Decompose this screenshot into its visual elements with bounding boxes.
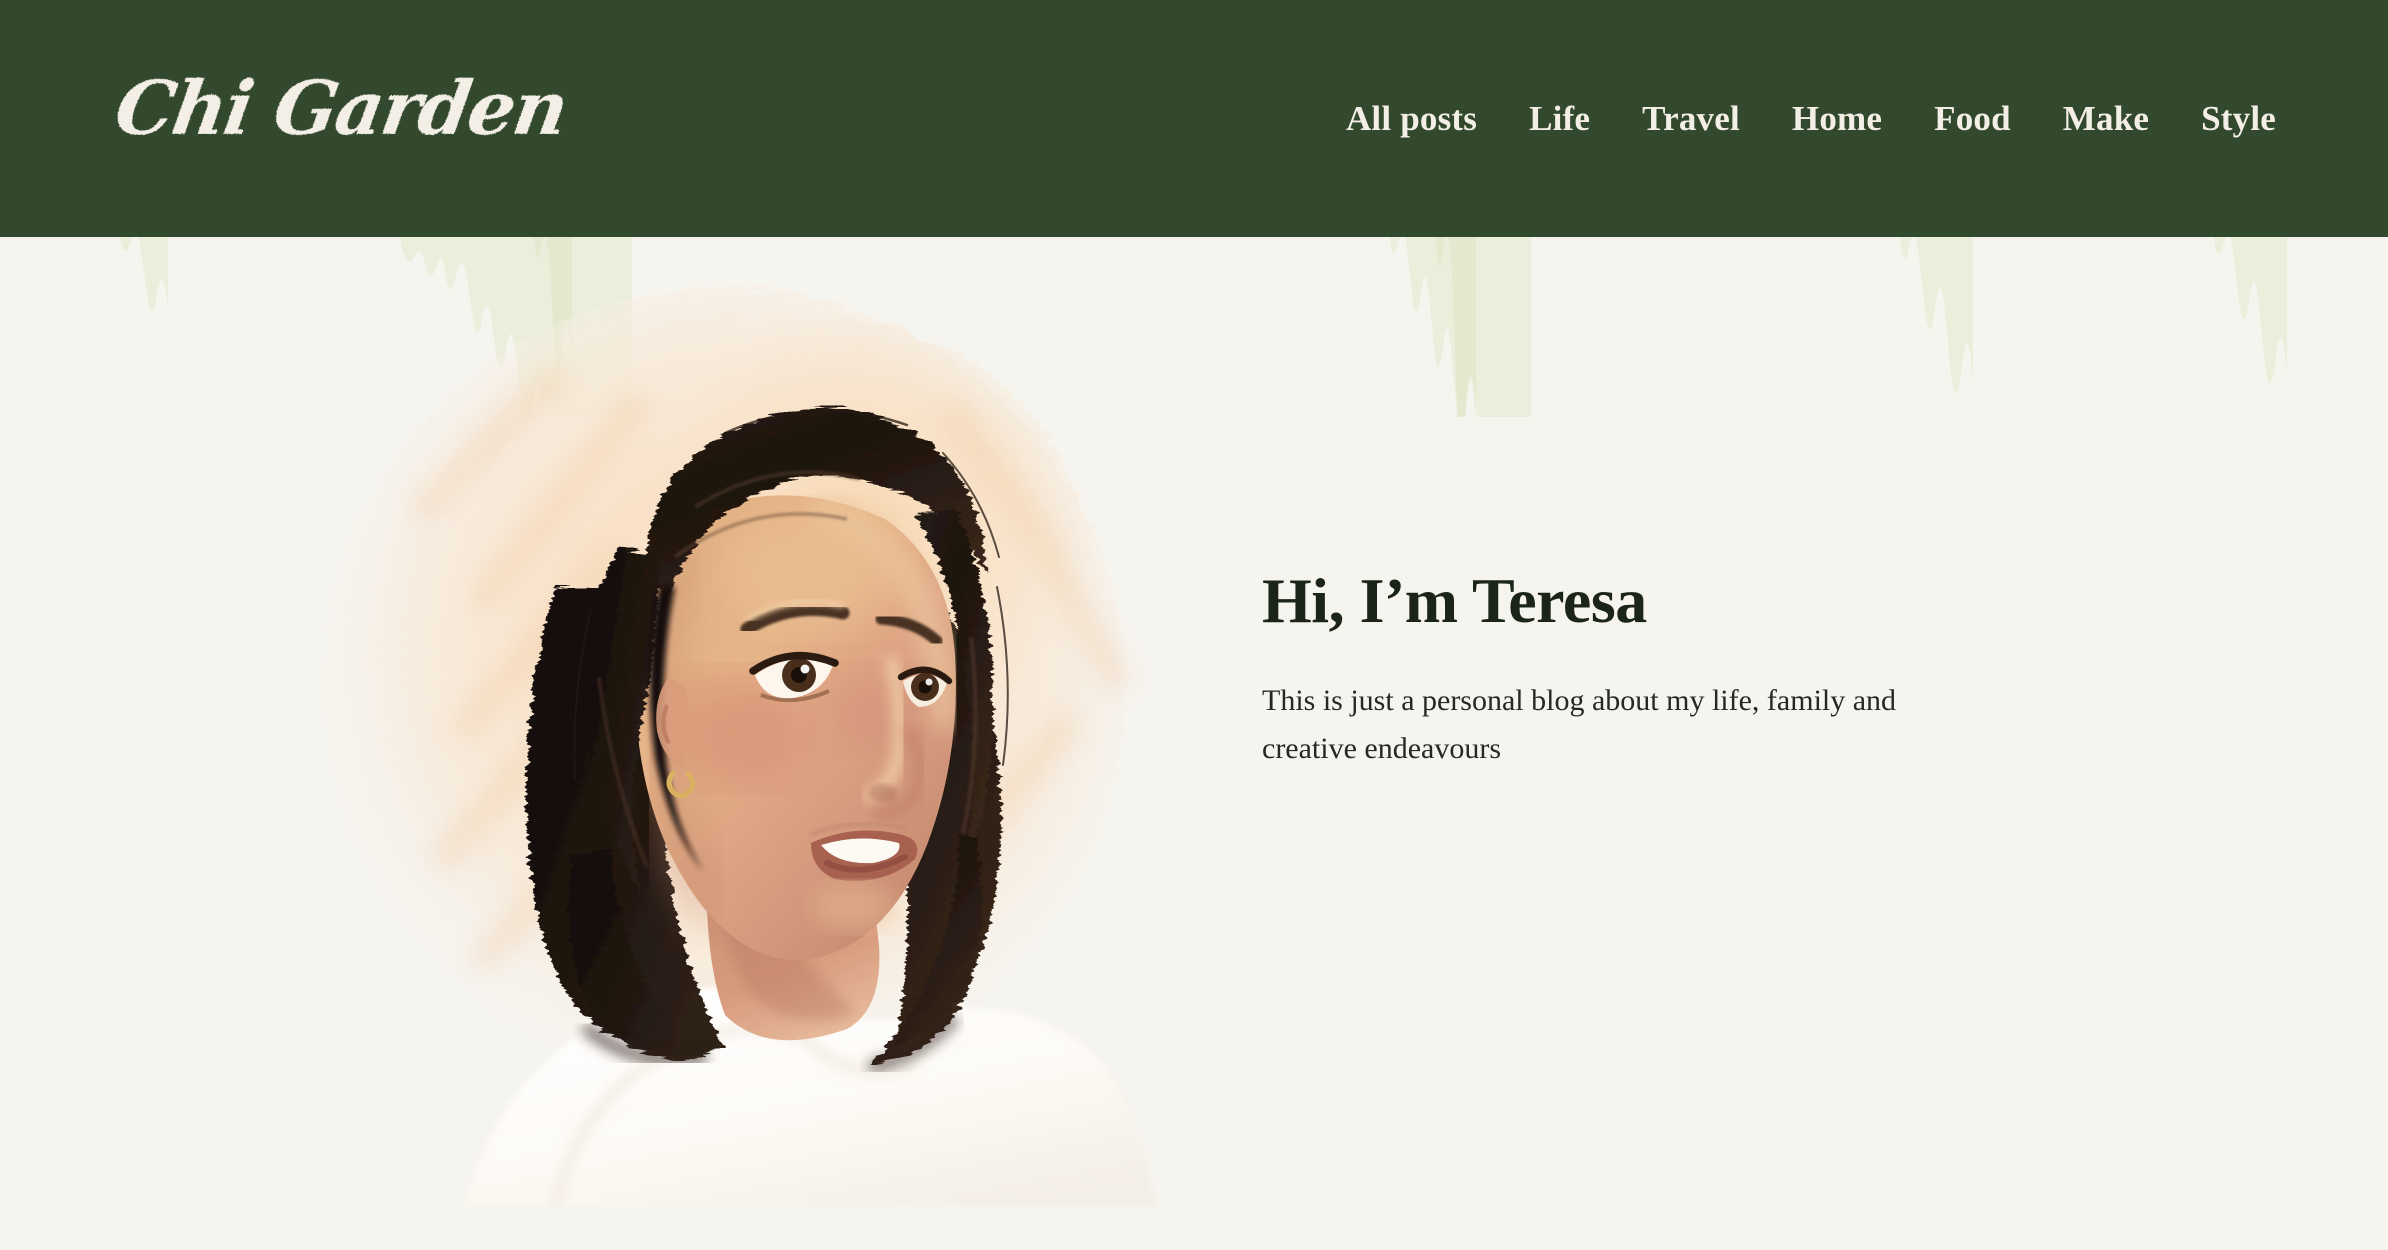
nav-item-food[interactable]: Food [1934, 101, 2011, 136]
main-navigation: All posts Life Travel Home Food Make Sty… [1346, 0, 2276, 237]
brand-logo-script: Chi Garden [110, 64, 573, 151]
nav-item-life[interactable]: Life [1529, 101, 1590, 136]
hero-heading: Hi, I’m Teresa [1262, 565, 1647, 636]
portrait-illustration: Painted portrait of Teresa, a smiling wo… [325, 287, 1155, 1207]
nav-item-style[interactable]: Style [2201, 101, 2276, 136]
nav-item-make[interactable]: Make [2063, 101, 2149, 136]
brand-logo-text: Chi Garden [110, 64, 573, 151]
brand-logo-link[interactable]: Chi Garden [110, 48, 573, 168]
nav-item-travel[interactable]: Travel [1642, 101, 1740, 136]
hero-section: Painted portrait of Teresa, a smiling wo… [0, 237, 2388, 1250]
hero-portrait-image: Painted portrait of Teresa, a smiling wo… [255, 257, 1205, 1207]
hero-copy-block: Hi, I’m Teresa This is just a personal b… [1262, 567, 1962, 774]
hero-subheading: This is just a personal blog about my li… [1262, 683, 1897, 766]
nav-item-home[interactable]: Home [1792, 101, 1882, 136]
nav-item-all-posts[interactable]: All posts [1346, 101, 1477, 136]
site-header: Chi Garden All posts Life Travel Home Fo… [0, 0, 2388, 237]
